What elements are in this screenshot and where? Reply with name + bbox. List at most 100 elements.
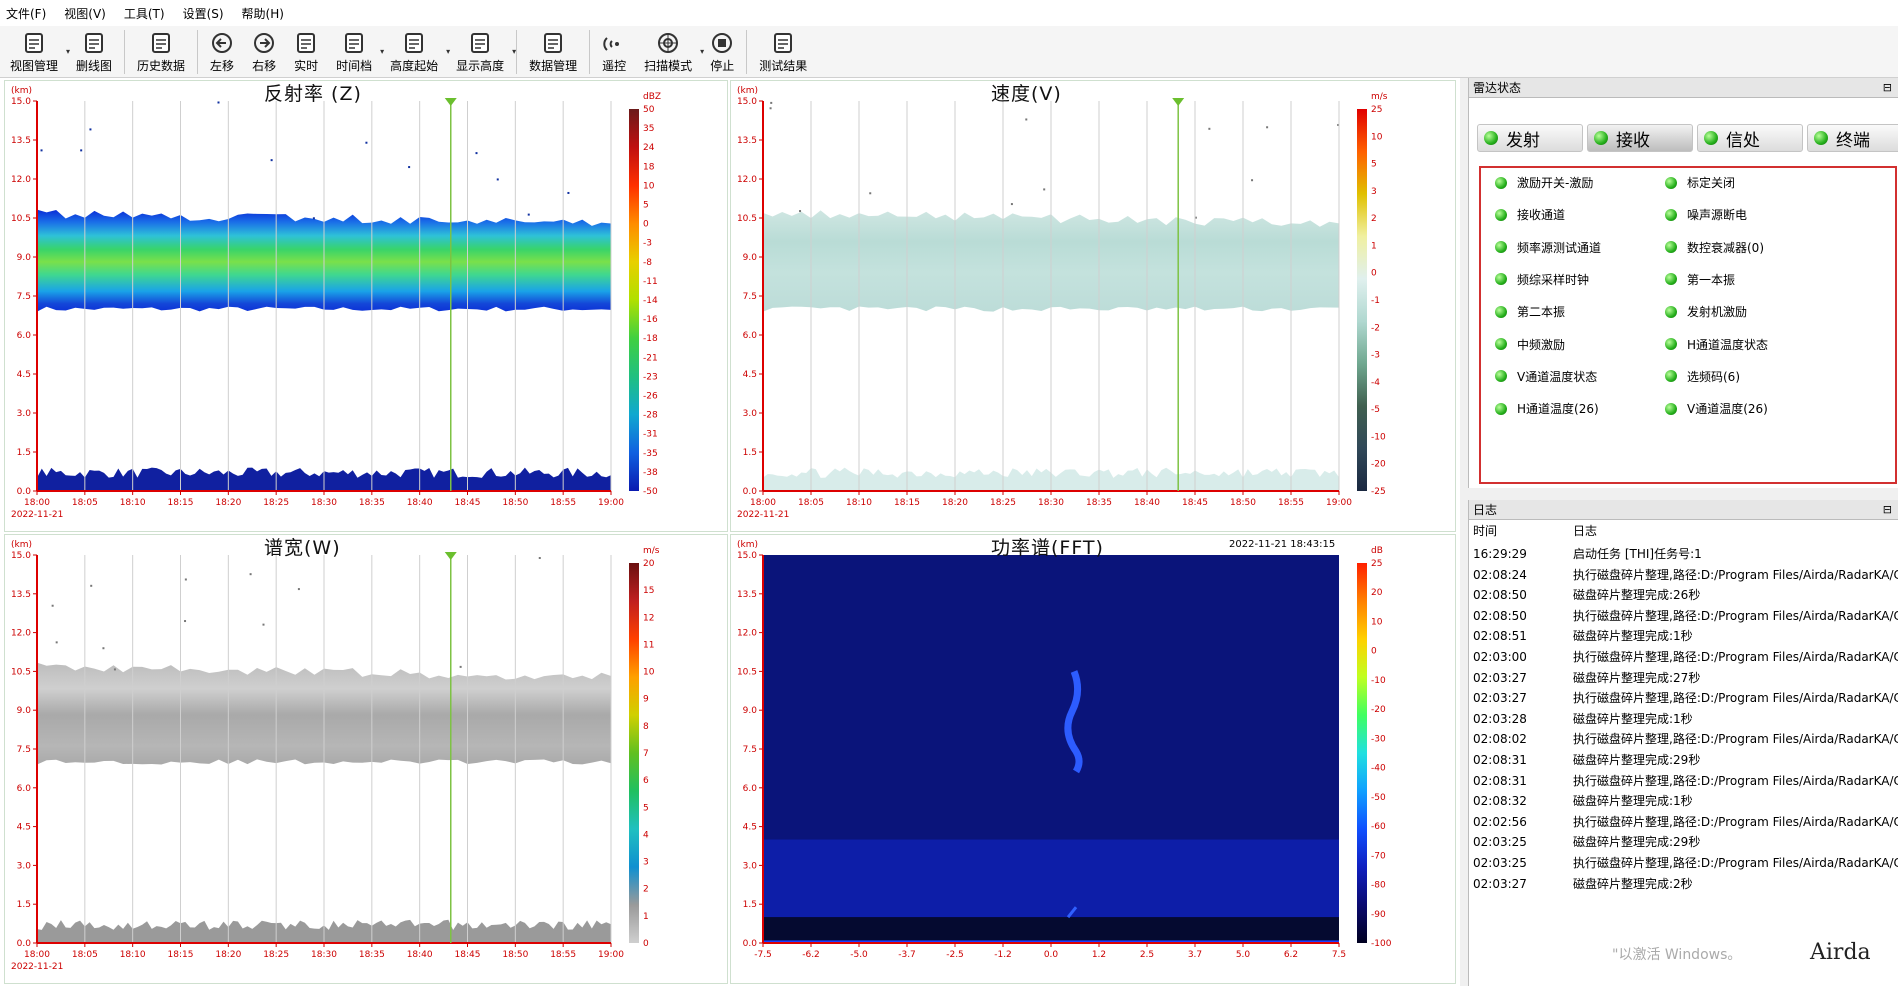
log-row[interactable]: 02:03:27 磁盘碎片整理完成:27秒 [1469,668,1898,688]
velocity-chart: (km)15.0 13.5 12.0 10.5 9.0 7.5 6.0 4.5 3.0 1.5 0.… [737,86,1388,520]
toolbar-arrow-left-button[interactable]: 左移 [206,27,238,77]
log-message: 磁盘碎片整理完成:27秒 [1573,670,1701,685]
log-row[interactable]: 02:08:02 执行磁盘碎片整理,路径:D:/Program Files/Air… [1469,729,1898,749]
toolbar-time-range-button[interactable]: 时间档 ▾ [332,27,384,77]
view-manage-icon [22,32,46,54]
menu-item-3[interactable]: 设置(S) [183,5,224,22]
x-tick-label: 18:00 [750,498,776,508]
log-table[interactable]: 时间 日志 16:29:29 启动任务 [THI]任务号:1 02:08:24 执行磁盘碎… [1469,520,1898,986]
colorbar-tick-label: -1 [1371,296,1380,306]
colorbar-tick-label: 0 [643,939,649,949]
log-row[interactable]: 02:08:50 执行磁盘碎片整理,路径:D:/Program Files/Air… [1469,606,1898,626]
toolbar-test-result-button[interactable]: 测试结果 [755,27,811,77]
x-tick-label: 18:35 [359,950,385,960]
toolbar-data-manage-button[interactable]: 数据管理 [525,27,581,77]
x-tick-label: 18:25 [263,498,289,508]
status-led-icon [1495,208,1507,221]
colorbar-tick-label: -2 [1371,323,1380,333]
colorbar-tick-label: 25 [1371,559,1382,569]
log-message: 执行磁盘碎片整理,路径:D:/Program Files/Airda/Radar… [1573,732,1898,747]
log-row[interactable]: 02:03:27 执行磁盘碎片整理,路径:D:/Program Files/Air… [1469,688,1898,708]
log-message: 启动任务 [THI]任务号:1 [1573,547,1702,561]
y-tick-label: 3.0 [17,861,32,871]
x-tick-label: 18:35 [1086,498,1112,508]
status-item: 第二本振 [1495,303,1565,320]
status-item-label: 激励开关-激励 [1517,176,1594,190]
x-tick-label: 18:40 [1134,498,1160,508]
log-row[interactable]: 02:08:31 磁盘碎片整理完成:29秒 [1469,750,1898,770]
colorbar-tick-label: 10 [1371,132,1383,142]
colorbar-tick-label: 9 [643,695,649,705]
toolbar-separator [124,30,126,74]
log-panel: 日志 ⊟ 时间 日志 16:29:29 启动任务 [THI]任务号:1 02:08:24 执… [1468,500,1898,986]
tab-1[interactable]: 接收 [1587,124,1693,152]
y-tick-label: 0.0 [17,939,32,949]
colorbar-tick-label: 3 [643,858,649,868]
toolbar-view-manage-button[interactable]: 视图管理 ▾ [6,27,70,77]
log-row[interactable]: 02:03:28 磁盘碎片整理完成:1秒 [1469,709,1898,729]
status-item-label: 标定关闭 [1687,176,1736,190]
toolbar-window-button[interactable]: 删线图 [72,27,116,77]
pin-icon[interactable]: ⊟ [1883,500,1892,520]
y-tick-label: 1.5 [743,448,757,458]
y-tick-label: 6.0 [17,784,32,794]
chevron-down-icon[interactable]: ▾ [700,47,704,56]
log-message: 执行磁盘碎片整理,路径:D:/Program Files/Airda/Radar… [1573,567,1898,582]
log-row[interactable]: 02:03:25 磁盘碎片整理完成:29秒 [1469,832,1898,852]
y-tick-label: 7.5 [743,745,757,755]
log-row[interactable]: 02:08:24 执行磁盘碎片整理,路径:D:/Program Files/Air… [1469,565,1898,585]
log-row[interactable]: 02:03:25 执行磁盘碎片整理,路径:D:/Program Files/Air… [1469,853,1898,873]
status-item-label: 噪声源断电 [1687,208,1748,223]
reflectivity-chart: (km)15.0 13.5 12.0 10.5 9.0 7.5 6.0 4.5 3.0 1.5 0.… [11,86,661,520]
tab-3[interactable]: 终端 [1807,124,1898,152]
y-tick-label: 12.0 [737,629,757,639]
colorbar-tick-label: 20 [643,559,655,569]
colorbar-tick-label: 0 [1371,647,1377,657]
log-row[interactable]: 02:03:00 执行磁盘碎片整理,路径:D:/Program Files/Air… [1469,647,1898,667]
chevron-down-icon[interactable]: ▾ [380,47,384,56]
x-tick-label: 18:45 [455,950,481,960]
log-row[interactable]: 02:03:27 磁盘碎片整理完成:2秒 [1469,874,1898,894]
stop-icon [710,32,734,54]
log-row[interactable]: 02:08:32 磁盘碎片整理完成:1秒 [1469,791,1898,811]
menu-bar: 文件(F) 视图(V) 工具(T) 设置(S) 帮助(H) [0,0,1898,26]
status-item: 噪声源断电 [1665,206,1747,223]
x-tick-label: 0.0 [1044,950,1059,960]
colorbar-tick-label: 11 [643,640,654,650]
velocity-panel: (km) 15.0 13.5 12.0 10.5 9.0 7.5 6.0 4.5 3.0 1.5 0.… [730,80,1456,532]
toolbar-remote-control-button[interactable]: 遥控 [598,27,630,77]
toolbar-display-height-button[interactable]: 显示高度 ▾ [452,27,516,77]
log-row[interactable]: 02:08:50 磁盘碎片整理完成:26秒 [1469,585,1898,605]
status-led-icon [1484,131,1498,145]
x-tick-label: 18:50 [502,950,528,960]
menu-item-1[interactable]: 视图(V) [64,5,106,22]
toolbar-arrow-right-button[interactable]: 右移 [248,27,280,77]
chevron-down-icon[interactable]: ▾ [512,47,516,56]
status-item: H通道温度状态 [1665,336,1768,353]
log-row[interactable]: 02:08:31 执行磁盘碎片整理,路径:D:/Program Files/Air… [1469,771,1898,791]
toolbar-scan-mode-button[interactable]: 扫描模式 ▾ [640,27,704,77]
log-row[interactable]: 02:02:56 执行磁盘碎片整理,路径:D:/Program Files/Air… [1469,812,1898,832]
menu-item-0[interactable]: 文件(F) [6,5,46,22]
x-tick-label: 18:10 [120,498,146,508]
toolbar-label: 扫描模式 [644,59,693,73]
log-row[interactable]: 16:29:29 启动任务 [THI]任务号:1 [1469,544,1898,564]
colorbar-tick-label: -40 [1371,764,1386,774]
toolbar-history-data-button[interactable]: 历史数据 [133,27,189,77]
chevron-down-icon[interactable]: ▾ [66,47,70,56]
pin-icon[interactable]: ⊟ [1883,78,1892,98]
menu-item-4[interactable]: 帮助(H) [242,5,284,22]
arrow-left-icon [210,32,234,54]
x-tick-label: 19:00 [1326,498,1352,508]
log-row[interactable]: 02:08:51 磁盘碎片整理完成:1秒 [1469,626,1898,646]
tab-2[interactable]: 信处 [1697,124,1803,152]
toolbar-height-start-button[interactable]: 高度起始 ▾ [386,27,450,77]
velocity-title: 速度(V) [991,83,1062,105]
tab-0[interactable]: 发射 [1477,124,1583,152]
chevron-down-icon[interactable]: ▾ [446,47,450,56]
toolbar-stop-button[interactable]: 停止 [706,27,738,77]
status-led-icon [1495,338,1507,350]
toolbar-realtime-button[interactable]: 实时 [290,27,322,77]
menu-item-2[interactable]: 工具(T) [124,5,165,22]
colorbar-tick-label: 20 [1371,588,1383,598]
